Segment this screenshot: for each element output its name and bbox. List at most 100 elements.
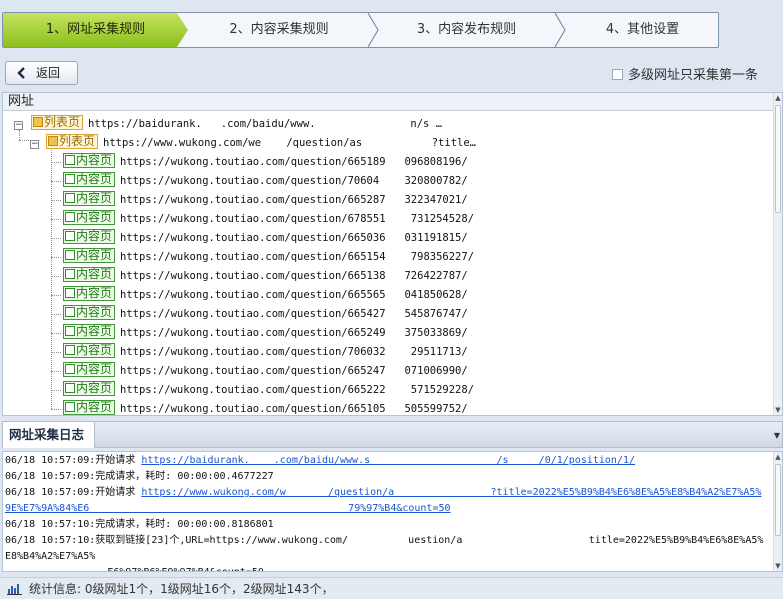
content-page-tag-label: 内容页 (76, 324, 113, 338)
content-page-tag[interactable]: 内容页 (63, 324, 116, 339)
page-icon (65, 383, 75, 393)
back-button[interactable]: 返回 (5, 61, 78, 85)
scrollbar-thumb[interactable] (775, 105, 781, 213)
content-page-tag[interactable]: 内容页 (63, 362, 116, 377)
multilevel-first-only-option[interactable]: 多级网址只采集第一条 (612, 64, 758, 83)
content-page-tag[interactable]: 内容页 (63, 210, 116, 225)
collapse-toggle-icon[interactable]: − (14, 121, 23, 130)
tree-row-content[interactable]: 内容页 https://wukong.toutiao.com/question/6… (63, 381, 474, 400)
tree-row-content[interactable]: 内容页 https://wukong.toutiao.com/question/6… (63, 248, 474, 267)
tree-url[interactable]: https://wukong.toutiao.com/question/6651… (120, 156, 468, 168)
content-page-tag-label: 内容页 (76, 362, 113, 376)
content-page-tag[interactable]: 内容页 (63, 381, 116, 396)
content-page-tag[interactable]: 内容页 (63, 248, 116, 263)
bar-chart-icon (7, 584, 22, 595)
scroll-down-icon[interactable]: ▼ (774, 561, 782, 571)
tree-url[interactable]: https://wukong.toutiao.com/question/6655… (120, 289, 468, 301)
page-icon (65, 307, 75, 317)
log-link[interactable]: https://baidurank. .com/baidu/www.s /s /… (141, 455, 635, 466)
page-icon (65, 364, 75, 374)
content-page-tag[interactable]: 内容页 (63, 286, 116, 301)
collapse-toggle-icon[interactable]: − (30, 140, 39, 149)
tree-url[interactable]: https://wukong.toutiao.com/question/7060… (120, 175, 468, 187)
tree-url[interactable]: https://wukong.toutiao.com/question/6654… (120, 308, 468, 320)
page-icon (65, 231, 75, 241)
step-content-rules[interactable]: 2、内容采集规则 (189, 13, 369, 47)
tree-row-content[interactable]: 内容页 https://wukong.toutiao.com/question/6… (63, 400, 468, 416)
log-scrollbar[interactable]: ▲ ▼ (773, 452, 782, 571)
tree-url[interactable]: https://wukong.toutiao.com/question/6651… (120, 403, 468, 415)
tree-url[interactable]: https://wukong.toutiao.com/question/6652… (120, 194, 468, 206)
log-lines: 06/18 10:57:09:开始请求 https://baidurank. .… (5, 453, 765, 571)
scrollbar-thumb[interactable] (775, 464, 781, 536)
content-page-tag-label: 内容页 (76, 267, 113, 281)
tree-url[interactable]: https://wukong.toutiao.com/question/6651… (120, 251, 474, 263)
chevron-left-icon (17, 67, 25, 79)
content-page-tag[interactable]: 内容页 (63, 229, 116, 244)
tab-url-collection-log[interactable]: 网址采集日志 (3, 422, 95, 448)
tree-url[interactable]: https://wukong.toutiao.com/question/7060… (120, 346, 468, 358)
content-page-tag-label: 内容页 (76, 191, 113, 205)
content-page-tag-label: 内容页 (76, 400, 113, 414)
tree-url[interactable]: https://wukong.toutiao.com/question/6652… (120, 384, 474, 396)
list-page-tag[interactable]: 列表页 (31, 115, 84, 130)
tree-row-level1[interactable]: 列表页 https://www.wukong.com/we /question/a… (46, 134, 476, 153)
step-url-rules[interactable]: 1、网址采集规则 (3, 13, 188, 47)
tree-url[interactable]: https://baidurank. .com/baidu/www. n/s (88, 118, 429, 130)
log-line: 06/18 10:57:09:开始请求 https://baidurank. .… (5, 453, 765, 469)
tree-url[interactable]: https://wukong.toutiao.com/question/6785… (120, 213, 474, 225)
scroll-up-icon[interactable]: ▲ (774, 452, 782, 462)
content-page-tag[interactable]: 内容页 (63, 153, 116, 168)
tree-row-content[interactable]: 内容页 https://wukong.toutiao.com/question/7… (63, 343, 468, 362)
tree-row-content[interactable]: 内容页 https://wukong.toutiao.com/question/6… (63, 210, 474, 229)
page-icon (65, 269, 75, 279)
content-page-tag[interactable]: 内容页 (63, 343, 116, 358)
content-page-tag-label: 内容页 (76, 343, 113, 357)
content-page-tag[interactable]: 内容页 (63, 400, 116, 415)
content-page-tag-label: 内容页 (76, 210, 113, 224)
content-page-tag[interactable]: 内容页 (63, 191, 116, 206)
tree-url[interactable]: https://wukong.toutiao.com/question/6651… (120, 270, 468, 282)
tree-row-content[interactable]: 内容页 https://wukong.toutiao.com/question/6… (63, 324, 468, 343)
tree-url[interactable]: https://wukong.toutiao.com/question/6652… (120, 365, 468, 377)
page-icon (65, 288, 75, 298)
step-separator-icon (554, 13, 566, 47)
multilevel-first-only-label: 多级网址只采集第一条 (628, 68, 759, 83)
tree-row-root[interactable]: 列表页 https://baidurank. .com/baidu/www. n/… (31, 115, 442, 134)
content-page-tag[interactable]: 内容页 (63, 305, 116, 320)
tree-url[interactable]: https://www.wukong.com/we /question/as ?… (103, 137, 470, 149)
log-line: 06/18 10:57:10:获取到链接[23]个,URL=https://ww… (5, 533, 765, 571)
content-page-tag-label: 内容页 (76, 248, 113, 262)
content-page-tag-label: 内容页 (76, 381, 113, 395)
multilevel-first-only-checkbox[interactable] (612, 69, 623, 80)
content-page-tag-label: 内容页 (76, 305, 113, 319)
ellipsis-icon: … (469, 137, 476, 149)
triangle-down-icon[interactable]: ▼ (774, 431, 780, 440)
tree-row-content[interactable]: 内容页 https://wukong.toutiao.com/question/6… (63, 153, 468, 172)
tree-row-content[interactable]: 内容页 https://wukong.toutiao.com/question/6… (63, 267, 468, 286)
step-publish-rules[interactable]: 3、内容发布规则 (379, 13, 554, 47)
wizard-steps: 1、网址采集规则 2、内容采集规则 3、内容发布规则 4、其他设置 (2, 12, 719, 48)
scroll-down-icon[interactable]: ▼ (774, 405, 782, 415)
scroll-up-icon[interactable]: ▲ (774, 93, 782, 103)
url-tree-scrollbar[interactable]: ▲ ▼ (773, 93, 782, 415)
tree-row-content[interactable]: 内容页 https://wukong.toutiao.com/question/6… (63, 305, 468, 324)
tree-row-content[interactable]: 内容页 https://wukong.toutiao.com/question/6… (63, 362, 468, 381)
content-page-tag-label: 内容页 (76, 286, 113, 300)
page-icon (65, 250, 75, 260)
log-text: 06/18 10:57:09:开始请求 (5, 455, 142, 466)
tree-url[interactable]: https://wukong.toutiao.com/question/6650… (120, 232, 468, 244)
content-page-tag[interactable]: 内容页 (63, 172, 116, 187)
content-page-tag-label: 内容页 (76, 229, 113, 243)
step-other-settings[interactable]: 4、其他设置 (566, 13, 718, 47)
page-icon (65, 212, 75, 222)
tree-row-content[interactable]: 内容页 https://wukong.toutiao.com/question/6… (63, 191, 468, 210)
tree-row-content[interactable]: 内容页 https://wukong.toutiao.com/question/6… (63, 229, 468, 248)
page-icon (65, 345, 75, 355)
tree-row-content[interactable]: 内容页 https://wukong.toutiao.com/question/6… (63, 286, 468, 305)
url-tree-panel: 网址 − 列表页 https://baidurank. .com/baidu/ww… (2, 92, 783, 416)
list-page-tag[interactable]: 列表页 (46, 134, 99, 149)
tree-row-content[interactable]: 内容页 https://wukong.toutiao.com/question/7… (63, 172, 468, 191)
tree-url[interactable]: https://wukong.toutiao.com/question/6652… (120, 327, 468, 339)
content-page-tag[interactable]: 内容页 (63, 267, 116, 282)
